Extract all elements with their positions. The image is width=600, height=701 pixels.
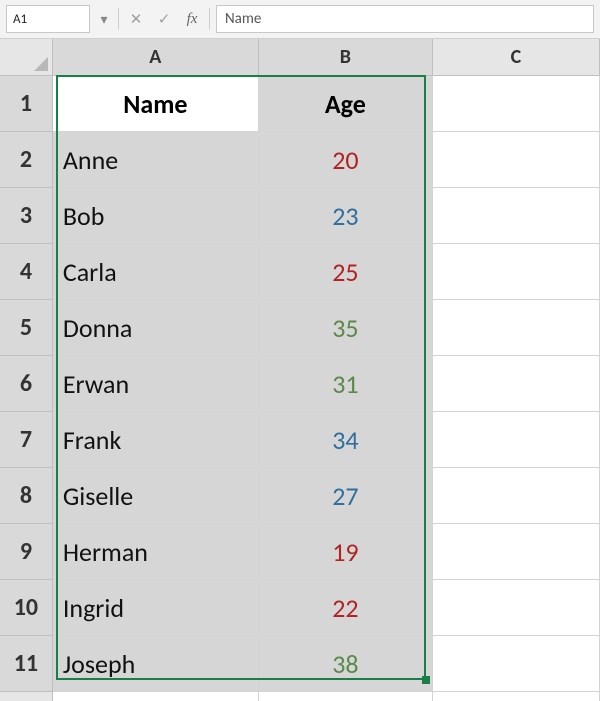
cell-B10[interactable]: 22 (258, 580, 432, 636)
cell-C4[interactable] (432, 244, 599, 300)
cell-C12[interactable] (432, 692, 599, 701)
cell-C8[interactable] (432, 468, 599, 524)
cell-A6[interactable]: Erwan (52, 356, 258, 412)
column-header-A[interactable]: A (52, 39, 258, 76)
cell-C2[interactable] (432, 132, 599, 188)
cell-A5[interactable]: Donna (52, 300, 258, 356)
row-header-5[interactable]: 5 (0, 300, 52, 356)
row-header-11[interactable]: 11 (0, 636, 52, 692)
row-header-3[interactable]: 3 (0, 188, 52, 244)
cell-B7[interactable]: 34 (258, 412, 432, 468)
cell-A12[interactable] (52, 692, 258, 701)
formula-input[interactable]: Name (216, 5, 594, 33)
cell-B2[interactable]: 20 (258, 132, 432, 188)
cell-B5[interactable]: 35 (258, 300, 432, 356)
row-header-4[interactable]: 4 (0, 244, 52, 300)
cell-B11[interactable]: 38 (258, 636, 432, 692)
cancel-icon[interactable]: ✕ (125, 8, 147, 30)
cell-A2[interactable]: Anne (52, 132, 258, 188)
column-header-B[interactable]: B (258, 39, 432, 76)
cell-B12[interactable] (258, 692, 432, 701)
cell-C11[interactable] (432, 636, 599, 692)
formula-bar: A1 ▾ ✕ ✓ fx Name (0, 0, 600, 39)
row-header-7[interactable]: 7 (0, 412, 52, 468)
cell-A7[interactable]: Frank (52, 412, 258, 468)
spreadsheet-grid[interactable]: A B C 1 Name Age 2Anne20 3Bob23 4Carla25 5D… (0, 39, 600, 701)
name-box[interactable]: A1 (6, 5, 90, 33)
separator (118, 8, 119, 30)
row-header-8[interactable]: 8 (0, 468, 52, 524)
cell-B4[interactable]: 25 (258, 244, 432, 300)
row-header-12[interactable]: 12 (0, 692, 52, 701)
row-header-10[interactable]: 10 (0, 580, 52, 636)
column-header-C[interactable]: C (432, 39, 599, 76)
row-header-2[interactable]: 2 (0, 132, 52, 188)
enter-icon[interactable]: ✓ (153, 8, 175, 30)
cell-C10[interactable] (432, 580, 599, 636)
formula-input-value: Name (225, 10, 261, 28)
name-box-dropdown-icon[interactable]: ▾ (96, 11, 112, 28)
select-all-corner[interactable] (0, 39, 52, 76)
row-header-9[interactable]: 9 (0, 524, 52, 580)
cell-B8[interactable]: 27 (258, 468, 432, 524)
cell-A10[interactable]: Ingrid (52, 580, 258, 636)
cell-C1[interactable] (432, 76, 599, 132)
cell-A9[interactable]: Herman (52, 524, 258, 580)
cell-C5[interactable] (432, 300, 599, 356)
cell-A3[interactable]: Bob (52, 188, 258, 244)
cell-C7[interactable] (432, 412, 599, 468)
cell-C6[interactable] (432, 356, 599, 412)
row-header-6[interactable]: 6 (0, 356, 52, 412)
cell-C3[interactable] (432, 188, 599, 244)
cell-C9[interactable] (432, 524, 599, 580)
name-box-value: A1 (13, 12, 27, 27)
insert-function-icon[interactable]: fx (181, 8, 203, 30)
cell-B3[interactable]: 23 (258, 188, 432, 244)
cell-A1[interactable]: Name (52, 76, 258, 132)
cell-B9[interactable]: 19 (258, 524, 432, 580)
fill-handle[interactable] (422, 676, 430, 684)
row-header-1[interactable]: 1 (0, 76, 52, 132)
cell-A8[interactable]: Giselle (52, 468, 258, 524)
cell-B6[interactable]: 31 (258, 356, 432, 412)
cell-B1[interactable]: Age (258, 76, 432, 132)
cell-A11[interactable]: Joseph (52, 636, 258, 692)
separator (209, 8, 210, 30)
cell-A4[interactable]: Carla (52, 244, 258, 300)
